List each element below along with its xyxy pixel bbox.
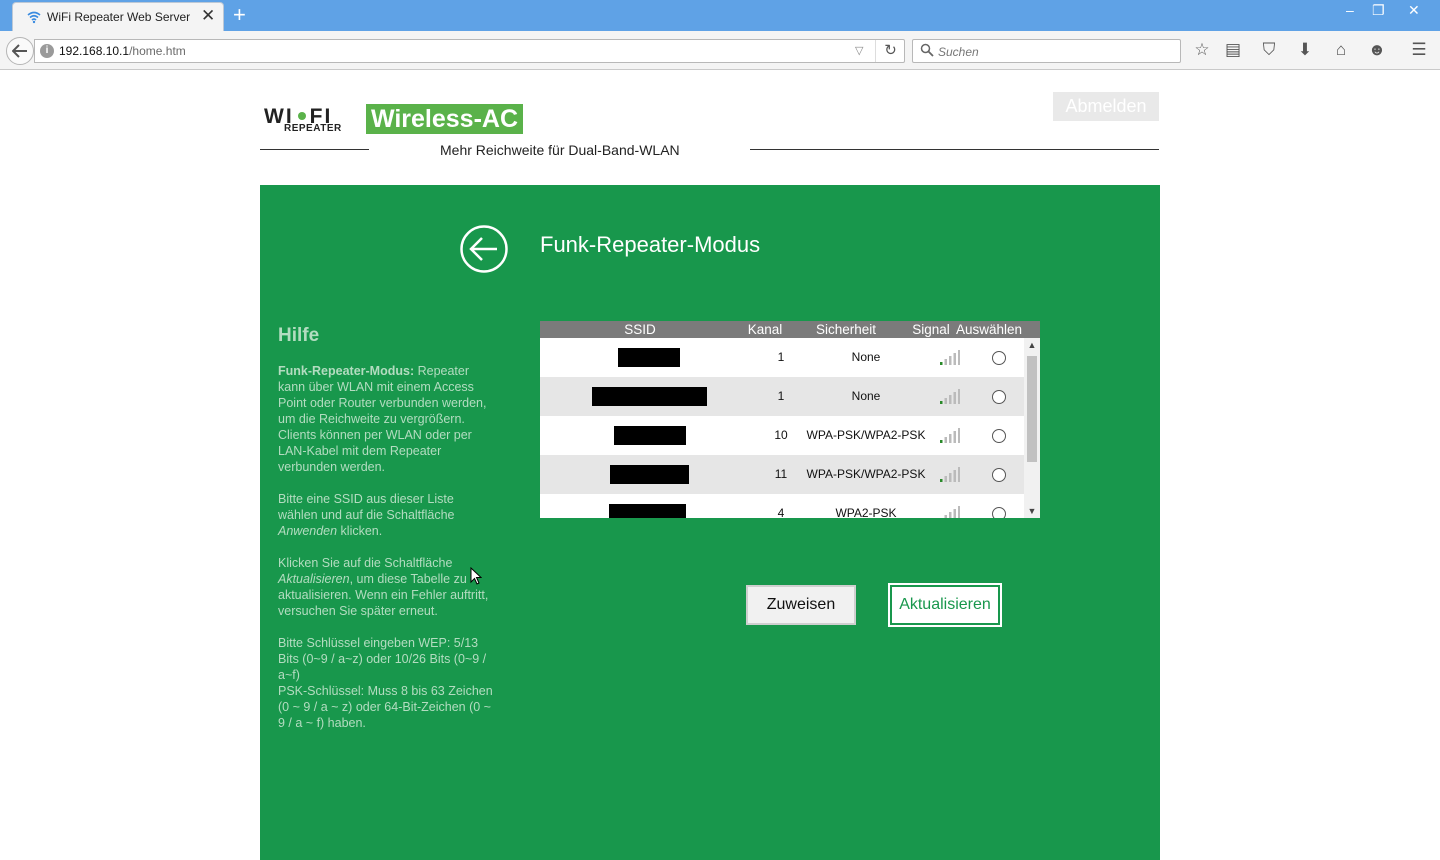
wifi-icon <box>27 11 41 24</box>
help-title: Hilfe <box>278 325 320 346</box>
select-radio[interactable] <box>992 468 1006 482</box>
table-row[interactable]: 10 WPA-PSK/WPA2-PSK <box>540 416 1024 455</box>
search-bar[interactable]: Suchen <box>912 39 1181 63</box>
signal-strength-icon <box>940 467 960 482</box>
new-tab-button[interactable]: + <box>233 3 246 27</box>
header-ssid: SSID <box>624 322 656 337</box>
menu-icon[interactable]: ☰ <box>1408 39 1430 61</box>
help-paragraph-1: Funk-Repeater-Modus: Repeater kann über … <box>278 364 487 474</box>
close-window-button[interactable]: ✕ <box>1408 2 1420 19</box>
table-row[interactable]: 1 None <box>540 338 1024 377</box>
ssid-redacted <box>592 387 707 406</box>
help-paragraph-4: Bitte Schlüssel eingeben WEP: 5/13 Bits … <box>278 636 493 730</box>
mouse-cursor-icon <box>470 567 482 585</box>
refresh-button[interactable]: Aktualisieren <box>888 583 1002 627</box>
logout-button[interactable]: Abmelden <box>1053 92 1159 121</box>
ssid-redacted <box>609 504 686 518</box>
reload-icon[interactable]: ↻ <box>875 40 905 62</box>
arrow-left-icon <box>12 44 27 58</box>
scroll-up-icon[interactable]: ▲ <box>1024 338 1040 352</box>
select-radio[interactable] <box>992 390 1006 404</box>
search-placeholder: Suchen <box>938 45 979 59</box>
header-channel: Kanal <box>747 322 783 337</box>
download-icon[interactable]: ⬇ <box>1294 39 1316 61</box>
divider-right <box>750 149 1159 150</box>
browser-titlebar: WiFi Repeater Web Server ✕ + – ❐ ✕ <box>0 0 1440 31</box>
select-radio[interactable] <box>992 351 1006 365</box>
security-cell: None <box>851 389 881 403</box>
address-bar[interactable]: i 192.168.10.1/home.htm ▽ ↻ <box>34 39 905 63</box>
scroll-thumb[interactable] <box>1027 356 1037 462</box>
chat-icon[interactable]: ☻ <box>1366 39 1388 61</box>
security-cell: None <box>851 350 881 364</box>
assign-button[interactable]: Zuweisen <box>746 585 856 625</box>
browser-tab[interactable]: WiFi Repeater Web Server ✕ <box>12 2 224 31</box>
pocket-icon[interactable]: ⛉ <box>1258 39 1280 61</box>
signal-strength-icon <box>944 506 960 518</box>
product-badge: Wireless-AC <box>366 104 523 134</box>
help-paragraph-3: Klicken Sie auf die Schaltfläche Aktuali… <box>278 556 489 618</box>
table-row[interactable]: 1 None <box>540 377 1024 416</box>
minimize-button[interactable]: – <box>1346 2 1354 18</box>
info-icon[interactable]: i <box>40 44 54 58</box>
tagline: Mehr Reichweite für Dual-Band-WLAN <box>440 142 680 158</box>
page-title: Funk-Repeater-Modus <box>540 232 761 257</box>
url-text: 192.168.10.1/home.htm <box>59 44 186 58</box>
header-security: Sicherheit <box>815 322 877 337</box>
scroll-down-icon[interactable]: ▼ <box>1024 504 1040 518</box>
back-button[interactable] <box>6 37 34 65</box>
select-radio[interactable] <box>992 507 1006 518</box>
search-icon <box>920 43 934 57</box>
ssid-redacted <box>618 348 680 367</box>
table-row[interactable]: 11 WPA-PSK/WPA2-PSK <box>540 455 1024 494</box>
channel-cell: 4 <box>777 506 785 518</box>
header-signal: Signal <box>912 322 950 337</box>
history-dropdown-icon[interactable]: ▽ <box>855 44 863 57</box>
security-cell: WPA-PSK/WPA2-PSK <box>806 467 926 481</box>
channel-cell: 1 <box>777 350 785 364</box>
signal-strength-icon <box>940 389 960 404</box>
help-paragraph-2: Bitte eine SSID aus dieser Liste wählen … <box>278 492 455 538</box>
signal-strength-icon <box>940 350 960 365</box>
reading-list-icon[interactable]: ▤ <box>1222 39 1244 61</box>
header-select: Auswählen <box>956 322 1023 337</box>
security-cell: WPA2-PSK <box>835 506 897 518</box>
channel-cell: 11 <box>774 467 788 481</box>
logo-subtitle: REPEATER <box>284 123 342 134</box>
table-row[interactable]: 4 WPA2-PSK <box>540 494 1024 518</box>
bookmark-star-icon[interactable]: ☆ <box>1191 39 1213 61</box>
tab-title: WiFi Repeater Web Server <box>47 10 191 24</box>
divider-left <box>260 149 369 150</box>
channel-cell: 1 <box>777 389 785 403</box>
table-header: SSID Kanal Sicherheit Signal Auswählen <box>540 321 1040 338</box>
channel-cell: 10 <box>774 428 788 442</box>
signal-strength-icon <box>940 428 960 443</box>
select-radio[interactable] <box>992 429 1006 443</box>
security-cell: WPA-PSK/WPA2-PSK <box>806 428 926 442</box>
main-panel: Funk-Repeater-Modus Hilfe Funk-Repeater-… <box>260 185 1160 860</box>
close-tab-icon[interactable]: ✕ <box>201 7 215 25</box>
home-icon[interactable]: ⌂ <box>1330 39 1352 61</box>
page: WI FI REPEATER Wireless-AC Mehr Reichweit… <box>0 70 1440 860</box>
ssid-redacted <box>614 426 686 445</box>
ssid-table: SSID Kanal Sicherheit Signal Auswählen 1… <box>540 321 1040 518</box>
browser-navbar: i 192.168.10.1/home.htm ▽ ↻ Suchen ☆ ▤ ⛉… <box>0 31 1440 70</box>
restore-button[interactable]: ❐ <box>1372 2 1385 19</box>
table-body: 1 None 1 None 10 WPA-PSK/WPA2-PSK 11 WPA… <box>540 338 1024 518</box>
ssid-redacted <box>610 465 689 484</box>
back-circle-icon[interactable] <box>460 225 508 273</box>
table-scrollbar[interactable]: ▲ ▼ <box>1024 338 1040 518</box>
